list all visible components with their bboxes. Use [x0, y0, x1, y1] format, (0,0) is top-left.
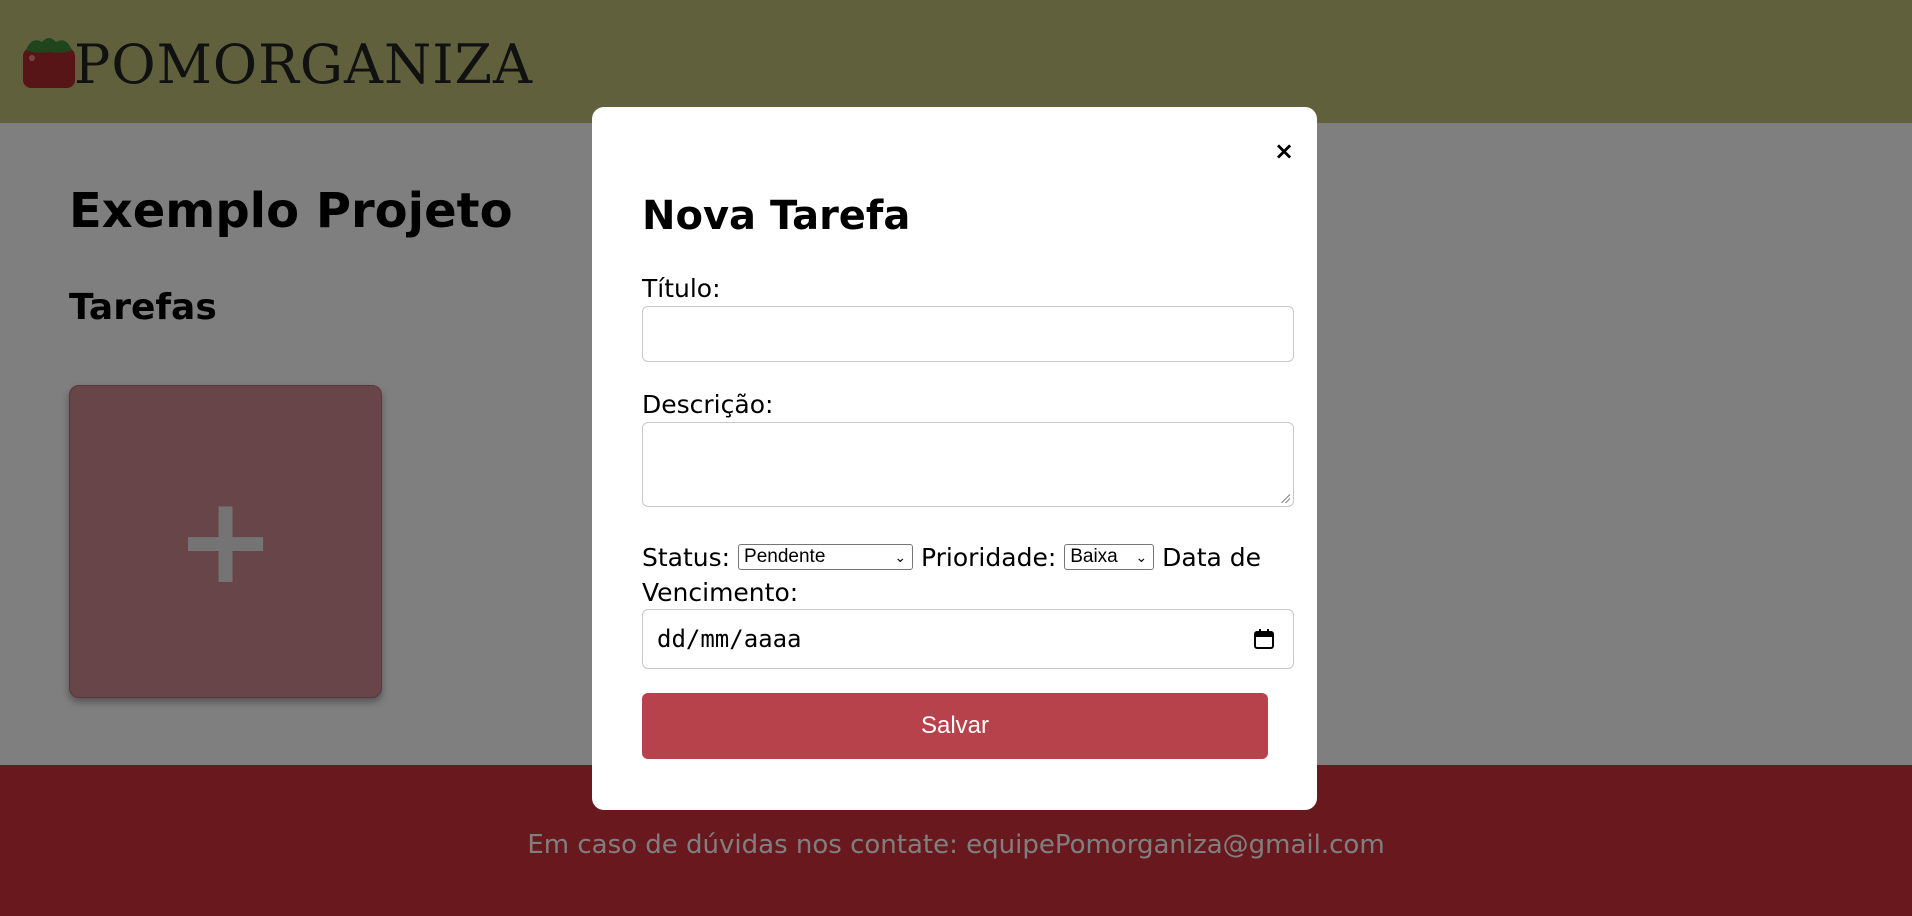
description-textarea[interactable]: [642, 422, 1294, 507]
title-input[interactable]: [642, 306, 1294, 362]
chevron-down-icon: ⌄: [894, 549, 907, 565]
close-icon[interactable]: ×: [1272, 139, 1296, 163]
calendar-icon[interactable]: [1253, 628, 1275, 650]
save-button[interactable]: Salvar: [642, 693, 1268, 759]
status-select-value: Pendente: [744, 546, 826, 567]
new-task-modal: × Nova Tarefa Título: Descrição: Status:…: [592, 107, 1317, 810]
modal-title: Nova Tarefa: [642, 193, 911, 239]
description-label: Descrição:: [642, 390, 774, 419]
status-label: Status:: [642, 543, 731, 572]
resize-handle[interactable]: [1280, 493, 1290, 503]
due-date-input[interactable]: dd/mm/aaaa: [642, 609, 1294, 669]
status-priority-row: Status: Pendente ⌄ Prioridade: Baixa ⌄ D…: [642, 540, 1302, 610]
title-label: Título:: [642, 274, 721, 303]
priority-select[interactable]: Baixa ⌄: [1064, 544, 1155, 570]
priority-select-value: Baixa: [1070, 546, 1118, 567]
status-select[interactable]: Pendente ⌄: [738, 544, 914, 570]
due-date-placeholder: dd/mm/aaaa: [657, 625, 802, 653]
priority-label: Prioridade:: [921, 543, 1057, 572]
chevron-down-icon: ⌄: [1135, 549, 1148, 565]
